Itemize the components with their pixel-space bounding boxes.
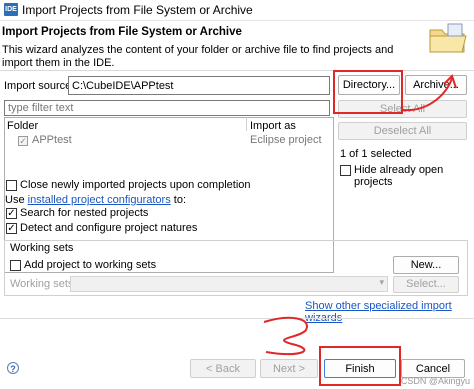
watermark: CSDN @Akingyu: [400, 376, 470, 386]
annotation-scribbles: [263, 74, 457, 356]
